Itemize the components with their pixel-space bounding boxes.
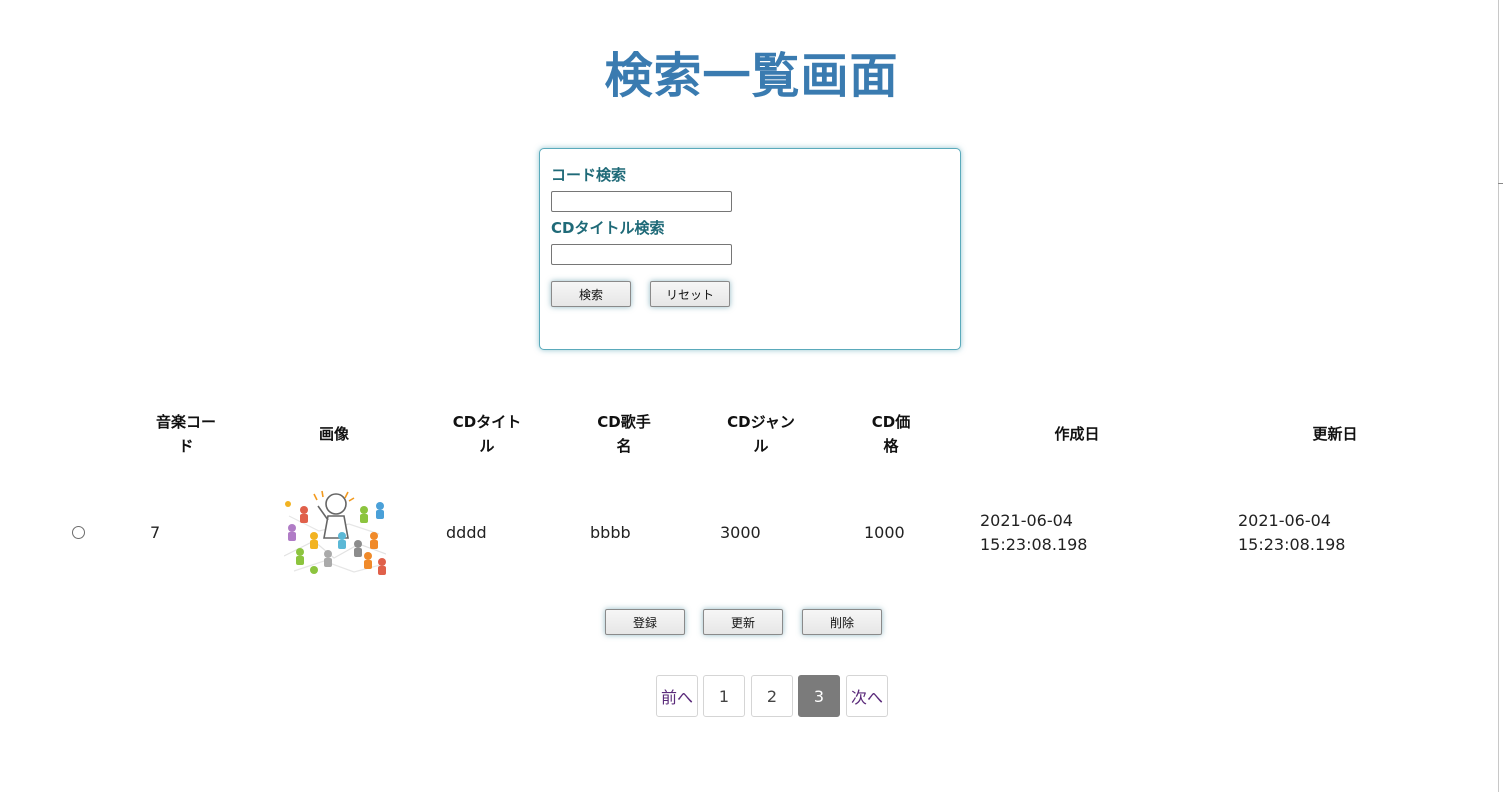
- header-cd-title-line2: ル: [479, 437, 495, 455]
- header-cd-price: CD価 格: [856, 410, 926, 458]
- header-music-code-line2: ド: [178, 437, 194, 455]
- header-cd-genre-line1: CDジャン: [727, 413, 795, 431]
- code-search-label: コード検索: [551, 166, 627, 184]
- header-cd-artist-line2: 名: [616, 437, 632, 455]
- header-cd-price-line2: 格: [883, 437, 899, 455]
- title-search-input[interactable]: [551, 244, 732, 265]
- cell-cd-price: 1000: [864, 523, 905, 542]
- header-cd-genre-line2: ル: [753, 437, 769, 455]
- delete-button[interactable]: 削除: [802, 609, 882, 635]
- cell-cd-genre: 3000: [720, 523, 761, 542]
- header-cd-artist: CD歌手 名: [584, 410, 664, 458]
- pagination-next[interactable]: 次へ: [846, 675, 888, 717]
- pagination-page-1[interactable]: 1: [703, 675, 745, 717]
- header-cd-title: CDタイト ル: [442, 410, 532, 458]
- header-updated-date: 更新日: [1312, 425, 1358, 443]
- pagination-page-3-current[interactable]: 3: [798, 675, 840, 717]
- header-image: 画像: [318, 425, 349, 443]
- cell-music-code: 7: [150, 523, 161, 542]
- created-date-time: 15:23:08.198: [980, 535, 1088, 554]
- row-select-radio[interactable]: [72, 526, 85, 539]
- title-search-label: CDタイトル検索: [551, 219, 665, 237]
- header-music-code: 音楽コー ド: [146, 410, 226, 458]
- cell-created-date: 2021-06-04 15:23:08.198: [980, 509, 1087, 557]
- page-title: 検索一覧画面: [604, 48, 899, 104]
- header-music-code-line1: 音楽コー: [155, 413, 216, 431]
- cell-cd-title: dddd: [446, 523, 487, 542]
- cd-image-thumbnail: [284, 486, 386, 576]
- header-cd-genre: CDジャン ル: [716, 410, 806, 458]
- search-button[interactable]: 検索: [551, 281, 631, 307]
- window-right-edge: [1498, 0, 1499, 792]
- search-panel: コード検索 CDタイトル検索 検索 リセット: [539, 148, 961, 350]
- update-button[interactable]: 更新: [703, 609, 783, 635]
- register-button[interactable]: 登録: [605, 609, 685, 635]
- pagination-prev[interactable]: 前へ: [656, 675, 698, 717]
- header-cd-artist-line1: CD歌手: [597, 413, 651, 431]
- cell-updated-date: 2021-06-04 15:23:08.198: [1238, 509, 1345, 557]
- window-edge-marker: [1498, 183, 1503, 184]
- cell-cd-artist: bbbb: [590, 523, 631, 542]
- updated-date-time: 15:23:08.198: [1238, 535, 1346, 554]
- code-search-input[interactable]: [551, 191, 732, 212]
- pagination-page-2[interactable]: 2: [751, 675, 793, 717]
- header-created-date: 作成日: [1054, 425, 1100, 443]
- header-cd-title-line1: CDタイト: [452, 413, 522, 431]
- updated-date-day: 2021-06-04: [1238, 511, 1331, 530]
- reset-button[interactable]: リセット: [650, 281, 730, 307]
- header-cd-price-line1: CD価: [871, 413, 911, 431]
- created-date-day: 2021-06-04: [980, 511, 1073, 530]
